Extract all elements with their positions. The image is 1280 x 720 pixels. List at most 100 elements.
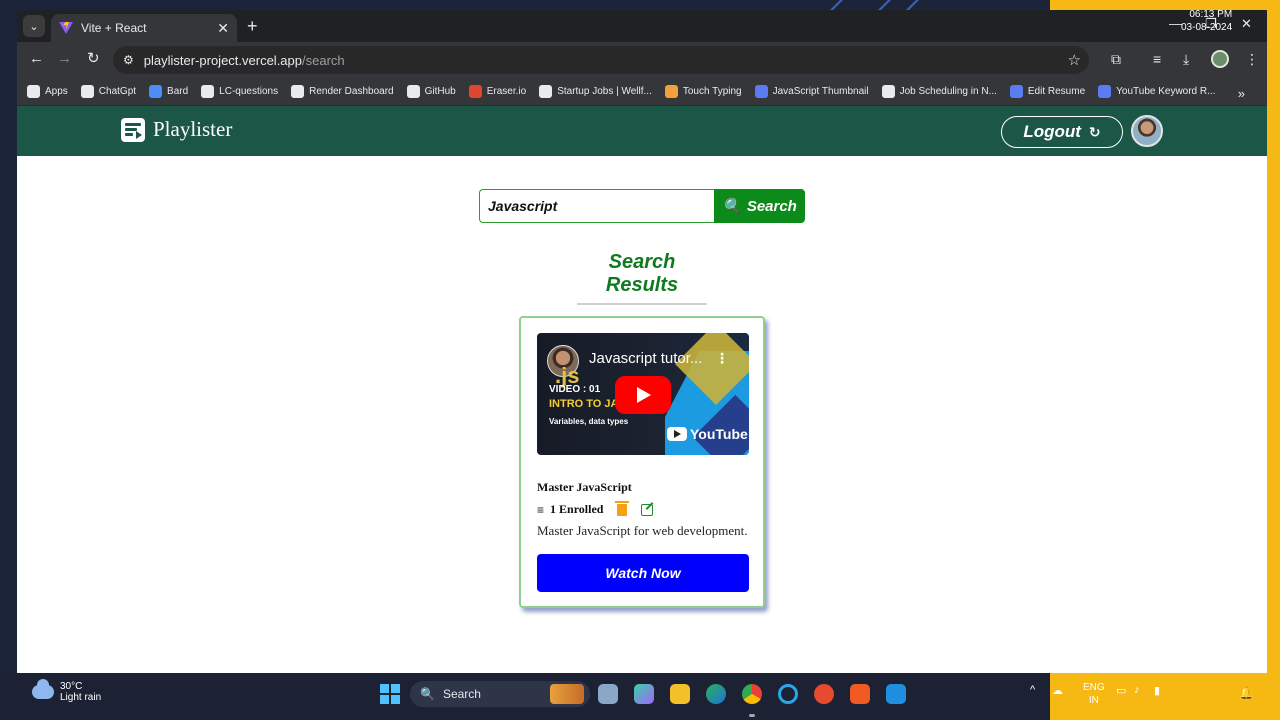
cortana-icon[interactable] — [778, 684, 798, 704]
extensions-icon[interactable]: ⧉ — [1111, 51, 1121, 67]
bookmark-label: LC-questions — [219, 86, 279, 97]
bookmark-favicon-icon — [881, 85, 895, 98]
logout-button[interactable]: Logout ↻ — [1001, 116, 1123, 148]
bookmark-label: Startup Jobs | Wellf... — [557, 86, 652, 97]
windows-taskbar: 30°C Light rain 🔍 Search ^ ☁ ENG IN ▭ ♪ … — [0, 673, 1160, 720]
taskbar-search-icon: 🔍 — [420, 687, 435, 701]
bookmark-favicon-icon — [291, 85, 305, 98]
video-menu-icon[interactable]: ⋮ — [715, 350, 729, 367]
search-highlight-icon — [550, 684, 584, 704]
new-tab-button[interactable]: + — [247, 15, 258, 37]
watch-now-button[interactable]: Watch Now — [537, 554, 749, 592]
edge-icon[interactable] — [706, 684, 726, 704]
search-input[interactable] — [479, 189, 714, 223]
cloud-off-icon[interactable]: ☁ — [1052, 684, 1063, 697]
weather-desc: Light rain — [60, 692, 102, 703]
taskbar-search[interactable]: 🔍 Search — [410, 681, 590, 707]
tab-search-chevron-icon[interactable]: ⌄ — [23, 15, 45, 37]
media-queue-icon[interactable]: ≡ — [1153, 51, 1161, 67]
browser-window: ⌄ Vite + React ✕ + — ❐ ✕ ← → ↻ ⚙ playlis… — [17, 10, 1267, 673]
course-description: Master JavaScript for web development. — [537, 523, 748, 538]
notification-bell-icon[interactable]: 🔔 — [1239, 686, 1254, 700]
bookmark-item[interactable]: Job Scheduling in N... — [881, 85, 997, 98]
bookmark-favicon-icon — [149, 85, 163, 98]
bookmark-item[interactable]: ChatGpt — [80, 85, 136, 98]
back-arrow-icon[interactable]: ← — [29, 50, 44, 68]
bookmark-item[interactable]: Touch Typing — [664, 85, 742, 98]
bookmark-item[interactable]: JavaScript Thumbnail — [754, 85, 869, 98]
profile-avatar[interactable] — [1211, 50, 1229, 68]
bookmark-favicon-icon — [468, 85, 482, 98]
app-header: Playlister Logout ↻ — [17, 106, 1267, 156]
reload-icon[interactable]: ↻ — [87, 50, 100, 68]
enrolled-count: 1 Enrolled — [550, 502, 604, 516]
logout-icon: ↻ — [1088, 123, 1101, 140]
lang-bottom: IN — [1088, 695, 1099, 706]
video-title[interactable]: Javascript tutor... — [589, 350, 702, 367]
web-page: Playlister Logout ↻ 🔍 Search Search Resu… — [17, 106, 1267, 673]
bookmark-label: Eraser.io — [486, 86, 527, 97]
youtube-play-icon[interactable] — [615, 376, 671, 414]
network-icon[interactable]: ▭ — [1116, 684, 1126, 697]
chrome-icon[interactable] — [742, 684, 762, 704]
video-embed[interactable]: Javascript tutor... ⋮ .js VIDEO : 01 INT… — [537, 333, 749, 455]
brave-icon[interactable] — [850, 684, 870, 704]
brand-logo[interactable]: Playlister — [121, 117, 232, 142]
bookmark-favicon-icon — [80, 85, 94, 98]
windows-start-icon[interactable] — [380, 684, 400, 704]
bookmark-item[interactable]: Edit Resume — [1009, 85, 1086, 98]
download-icon[interactable]: ⤓ — [1183, 51, 1189, 67]
vscode-icon[interactable] — [886, 684, 906, 704]
bookmark-favicon-icon — [664, 85, 678, 98]
bookmark-item[interactable]: Apps — [27, 85, 68, 98]
bookmark-label: JavaScript Thumbnail — [772, 86, 869, 97]
bookmark-favicon-icon — [754, 85, 768, 98]
bookmark-item[interactable]: GitHub — [406, 85, 456, 98]
bookmark-label: YouTube Keyword R... — [1116, 86, 1216, 97]
office-icon[interactable] — [814, 684, 834, 704]
delete-icon[interactable] — [615, 500, 630, 516]
bookmark-item[interactable]: Eraser.io — [468, 85, 527, 98]
bookmark-item[interactable]: YouTube Keyword R... — [1098, 85, 1215, 98]
address-bar[interactable]: ⚙ playlister-project.vercel.app/search ☆ — [113, 46, 1089, 74]
thumb-video-label: VIDEO : 01 — [549, 384, 601, 395]
tab-close-icon[interactable]: ✕ — [217, 20, 229, 37]
url-path: /search — [302, 52, 345, 68]
file-explorer-icon[interactable] — [670, 684, 690, 704]
vite-favicon-icon — [59, 21, 73, 35]
user-avatar[interactable] — [1131, 115, 1163, 147]
forward-arrow-icon[interactable]: → — [57, 50, 72, 68]
window-close-icon[interactable]: ✕ — [1241, 16, 1252, 32]
bookmark-item[interactable]: Bard — [149, 85, 188, 98]
bookmark-item[interactable]: Startup Jobs | Wellf... — [539, 85, 652, 98]
taskbar-search-label: Search — [442, 687, 481, 701]
copilot-icon[interactable] — [634, 684, 654, 704]
search-icon: 🔍 — [722, 198, 741, 215]
search-button-label: Search — [746, 197, 797, 215]
bookmark-label: Touch Typing — [682, 86, 742, 97]
tray-chevron-icon[interactable]: ^ — [1030, 684, 1035, 696]
cloud-rain-icon — [32, 679, 54, 699]
search-button[interactable]: 🔍 Search — [714, 189, 805, 223]
site-info-icon[interactable]: ⚙ — [123, 53, 134, 67]
weather-widget[interactable]: 30°C Light rain — [32, 679, 102, 703]
youtube-logo[interactable]: YouTube — [667, 426, 748, 442]
tab-vite-react[interactable]: Vite + React ✕ — [51, 14, 237, 42]
bookmark-favicon-icon — [539, 85, 553, 98]
bookmark-item[interactable]: Render Dashboard — [291, 85, 394, 98]
browser-menu-icon[interactable]: ⋮ — [1245, 51, 1259, 67]
enroll-row: ≡ 1 Enrolled — [537, 500, 654, 517]
bookmark-label: Edit Resume — [1027, 86, 1086, 97]
bookmark-star-icon[interactable]: ☆ — [1068, 51, 1081, 69]
weather-temp: 30°C — [60, 681, 83, 692]
clock[interactable]: 06:13 PM 03-08-2024 — [1181, 8, 1232, 34]
task-view-icon[interactable] — [598, 684, 618, 704]
battery-icon[interactable]: ▮ — [1154, 684, 1160, 697]
bookmark-item[interactable]: LC-questions — [201, 85, 278, 98]
edit-icon[interactable] — [641, 503, 654, 516]
bookmark-favicon-icon — [406, 85, 420, 98]
volume-icon[interactable]: ♪ — [1134, 684, 1140, 696]
language-indicator[interactable]: ENG IN — [1083, 681, 1105, 707]
bookmark-label: Job Scheduling in N... — [899, 86, 997, 97]
bookmarks-overflow-icon[interactable]: » — [1238, 86, 1245, 101]
